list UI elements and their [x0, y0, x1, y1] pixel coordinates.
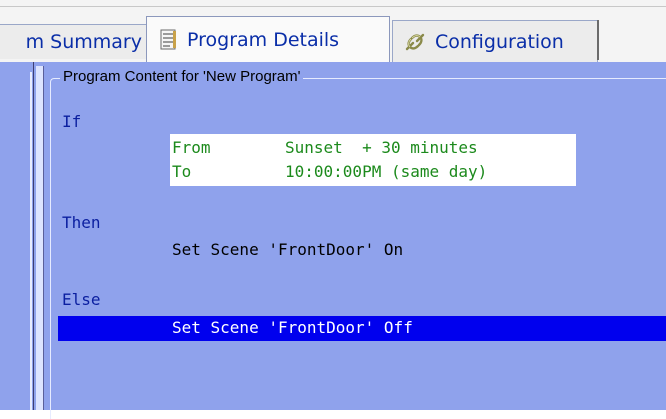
tab-strip-top-line	[0, 6, 666, 7]
link-icon	[403, 30, 427, 54]
tab-configuration[interactable]: Configuration	[392, 20, 598, 62]
then-keyword[interactable]: Then	[62, 213, 101, 232]
else-keyword[interactable]: Else	[62, 290, 101, 309]
tab-program-details-label: Program Details	[187, 28, 340, 51]
from-value: Sunset + 30 minutes	[285, 138, 478, 157]
to-value: 10:00:00PM (same day)	[285, 162, 488, 181]
if-keyword[interactable]: If	[62, 112, 81, 131]
to-label: To	[172, 162, 192, 181]
else-action[interactable]: Set Scene 'FrontDoor' Off	[172, 318, 413, 337]
from-label: From	[172, 138, 211, 157]
document-icon	[159, 29, 179, 51]
tab-summary-label: m Summary	[25, 31, 142, 53]
left-tree-pane-border	[26, 72, 32, 410]
tab-program-details[interactable]: Program Details	[146, 16, 390, 62]
tab-strip: m Summary Program Details Configuration	[0, 0, 666, 66]
tab-configuration-label: Configuration	[435, 30, 564, 53]
tab-summary[interactable]: m Summary	[0, 24, 149, 59]
program-content-title: Program Content for 'New Program'	[60, 68, 304, 85]
tab-strip-divider	[597, 20, 599, 60]
splitter-handle[interactable]	[36, 66, 44, 410]
then-action[interactable]: Set Scene 'FrontDoor' On	[172, 240, 403, 259]
